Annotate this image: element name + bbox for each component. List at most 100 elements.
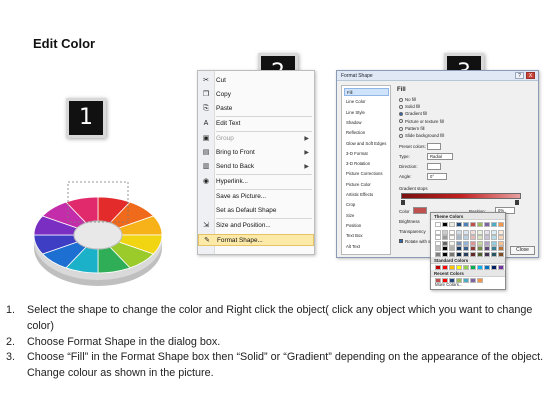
context-menu-item[interactable]: A Edit Text <box>198 118 314 130</box>
fill-option[interactable]: Slide background fill <box>399 133 444 139</box>
color-swatch[interactable] <box>463 222 469 227</box>
recent-color-swatch[interactable] <box>470 278 476 283</box>
color-swatch[interactable] <box>435 246 441 251</box>
color-swatch[interactable] <box>498 229 504 235</box>
dialog-nav-item[interactable]: Crop <box>344 201 389 209</box>
dialog-nav-item[interactable]: Text Box <box>344 232 389 240</box>
color-swatch[interactable] <box>463 240 469 246</box>
color-swatch[interactable] <box>484 229 490 235</box>
context-menu-item[interactable]: ❐ Copy <box>198 89 314 101</box>
gradient-stop-handle[interactable] <box>401 200 405 205</box>
gradient-stops-bar[interactable] <box>401 193 521 199</box>
dialog-nav-item[interactable]: Reflection <box>344 129 389 137</box>
color-swatch[interactable] <box>498 235 504 240</box>
color-swatch[interactable] <box>484 246 490 251</box>
color-swatch[interactable] <box>491 240 497 246</box>
color-swatch[interactable] <box>470 229 476 235</box>
color-swatch[interactable] <box>498 246 504 251</box>
color-palette-popup[interactable]: Theme Colors Standard Colors Recent Colo… <box>430 212 506 290</box>
rotate-with-shape-checkbox[interactable] <box>399 239 403 243</box>
radio-button[interactable] <box>399 97 403 102</box>
context-menu-item[interactable]: ▥ Send to Back ▶ <box>198 161 314 173</box>
context-menu-item[interactable]: ▤ Bring to Front ▶ <box>198 147 314 159</box>
more-colors-option[interactable]: More Colors... <box>435 282 463 287</box>
color-swatch[interactable] <box>442 229 448 235</box>
color-swatch[interactable] <box>477 222 483 227</box>
color-swatch[interactable] <box>470 222 476 227</box>
radio-button[interactable] <box>399 133 403 138</box>
dialog-titlebar[interactable]: Format Shape ? X <box>337 71 538 81</box>
color-swatch[interactable] <box>491 235 497 240</box>
color-swatch[interactable] <box>449 251 455 257</box>
puzzle-ring-graphic[interactable] <box>28 180 168 290</box>
context-menu-item[interactable]: ⇲ Size and Position... <box>198 220 314 232</box>
dialog-nav-item[interactable]: Line Style <box>344 109 389 117</box>
radio-button[interactable] <box>399 105 403 110</box>
color-swatch[interactable] <box>484 251 490 257</box>
color-swatch[interactable] <box>449 229 455 235</box>
color-swatch[interactable] <box>491 229 497 235</box>
dialog-close-button[interactable]: Close <box>510 246 535 255</box>
dialog-nav-item[interactable]: Fill <box>344 88 389 96</box>
dialog-nav-item[interactable]: 3-D Format <box>344 150 389 158</box>
dialog-nav-item[interactable]: Picture Corrections <box>344 170 389 178</box>
context-menu-item[interactable]: Set as Default Shape <box>198 205 314 217</box>
color-swatch[interactable] <box>449 222 455 227</box>
recent-color-swatch[interactable] <box>477 278 483 283</box>
color-swatch[interactable] <box>491 246 497 251</box>
puzzle-ring-svg[interactable] <box>28 180 168 290</box>
color-swatch[interactable] <box>435 235 441 240</box>
dialog-nav-item[interactable]: 3-D Rotation <box>344 160 389 168</box>
context-menu-item[interactable]: ◉ Hyperlink... <box>198 176 314 188</box>
fill-option[interactable]: Pattern fill <box>399 126 425 132</box>
context-menu-item[interactable]: ✎ Format Shape... <box>198 234 314 246</box>
color-swatch[interactable] <box>491 251 497 257</box>
context-menu-item[interactable]: ⎘ Paste <box>198 103 314 115</box>
color-swatch[interactable] <box>484 222 490 227</box>
field-input[interactable]: 0° <box>427 173 447 180</box>
color-swatch[interactable] <box>477 235 483 240</box>
dialog-nav-item[interactable]: Picture Color <box>344 181 389 189</box>
color-swatch[interactable] <box>498 240 504 246</box>
color-swatch[interactable] <box>470 251 476 257</box>
dialog-nav-item[interactable]: Shadow <box>344 119 389 127</box>
color-swatch[interactable] <box>463 251 469 257</box>
dialog-nav-item[interactable]: Line Color <box>344 98 389 106</box>
fill-option[interactable]: Solid fill <box>399 104 420 110</box>
radio-button[interactable] <box>399 112 403 117</box>
color-swatch[interactable] <box>477 246 483 251</box>
color-swatch[interactable] <box>449 235 455 240</box>
color-swatch[interactable] <box>435 229 441 235</box>
color-swatch[interactable] <box>477 229 483 235</box>
color-swatch[interactable] <box>477 240 483 246</box>
context-menu-item[interactable]: Save as Picture... <box>198 191 314 203</box>
color-swatch[interactable] <box>456 246 462 251</box>
color-swatch[interactable] <box>491 222 497 227</box>
color-swatch[interactable] <box>498 222 504 227</box>
color-swatch[interactable] <box>463 246 469 251</box>
color-swatch[interactable] <box>484 240 490 246</box>
color-swatch[interactable] <box>477 251 483 257</box>
help-button[interactable]: ? <box>515 72 524 79</box>
radio-button[interactable] <box>399 126 403 131</box>
color-swatch[interactable] <box>435 240 441 246</box>
field-input[interactable]: Radial <box>427 153 453 160</box>
recent-color-swatch[interactable] <box>463 278 469 283</box>
fill-option[interactable]: Gradient fill <box>399 111 427 117</box>
color-swatch[interactable] <box>442 235 448 240</box>
color-swatch[interactable] <box>435 222 441 227</box>
fill-option[interactable]: No fill <box>399 97 416 103</box>
color-swatch[interactable] <box>449 240 455 246</box>
color-swatch[interactable] <box>456 235 462 240</box>
color-swatch[interactable] <box>442 251 448 257</box>
fill-option[interactable]: Picture or texture fill <box>399 119 444 125</box>
color-swatch[interactable] <box>463 235 469 240</box>
field-input[interactable] <box>427 143 441 150</box>
color-swatch[interactable] <box>463 229 469 235</box>
field-input[interactable] <box>427 163 441 170</box>
context-menu[interactable]: ✂ Cut ❐ Copy ⎘ Paste A Edit Text ▣ Group ▶ ▤ Bring t… <box>197 70 315 255</box>
color-swatch[interactable] <box>456 229 462 235</box>
dialog-nav-list[interactable]: Fill Line Color Line Style Shadow Reflection… <box>341 85 391 255</box>
color-swatch[interactable] <box>456 222 462 227</box>
dialog-nav-item[interactable]: Glow and Soft Edges <box>344 140 389 148</box>
